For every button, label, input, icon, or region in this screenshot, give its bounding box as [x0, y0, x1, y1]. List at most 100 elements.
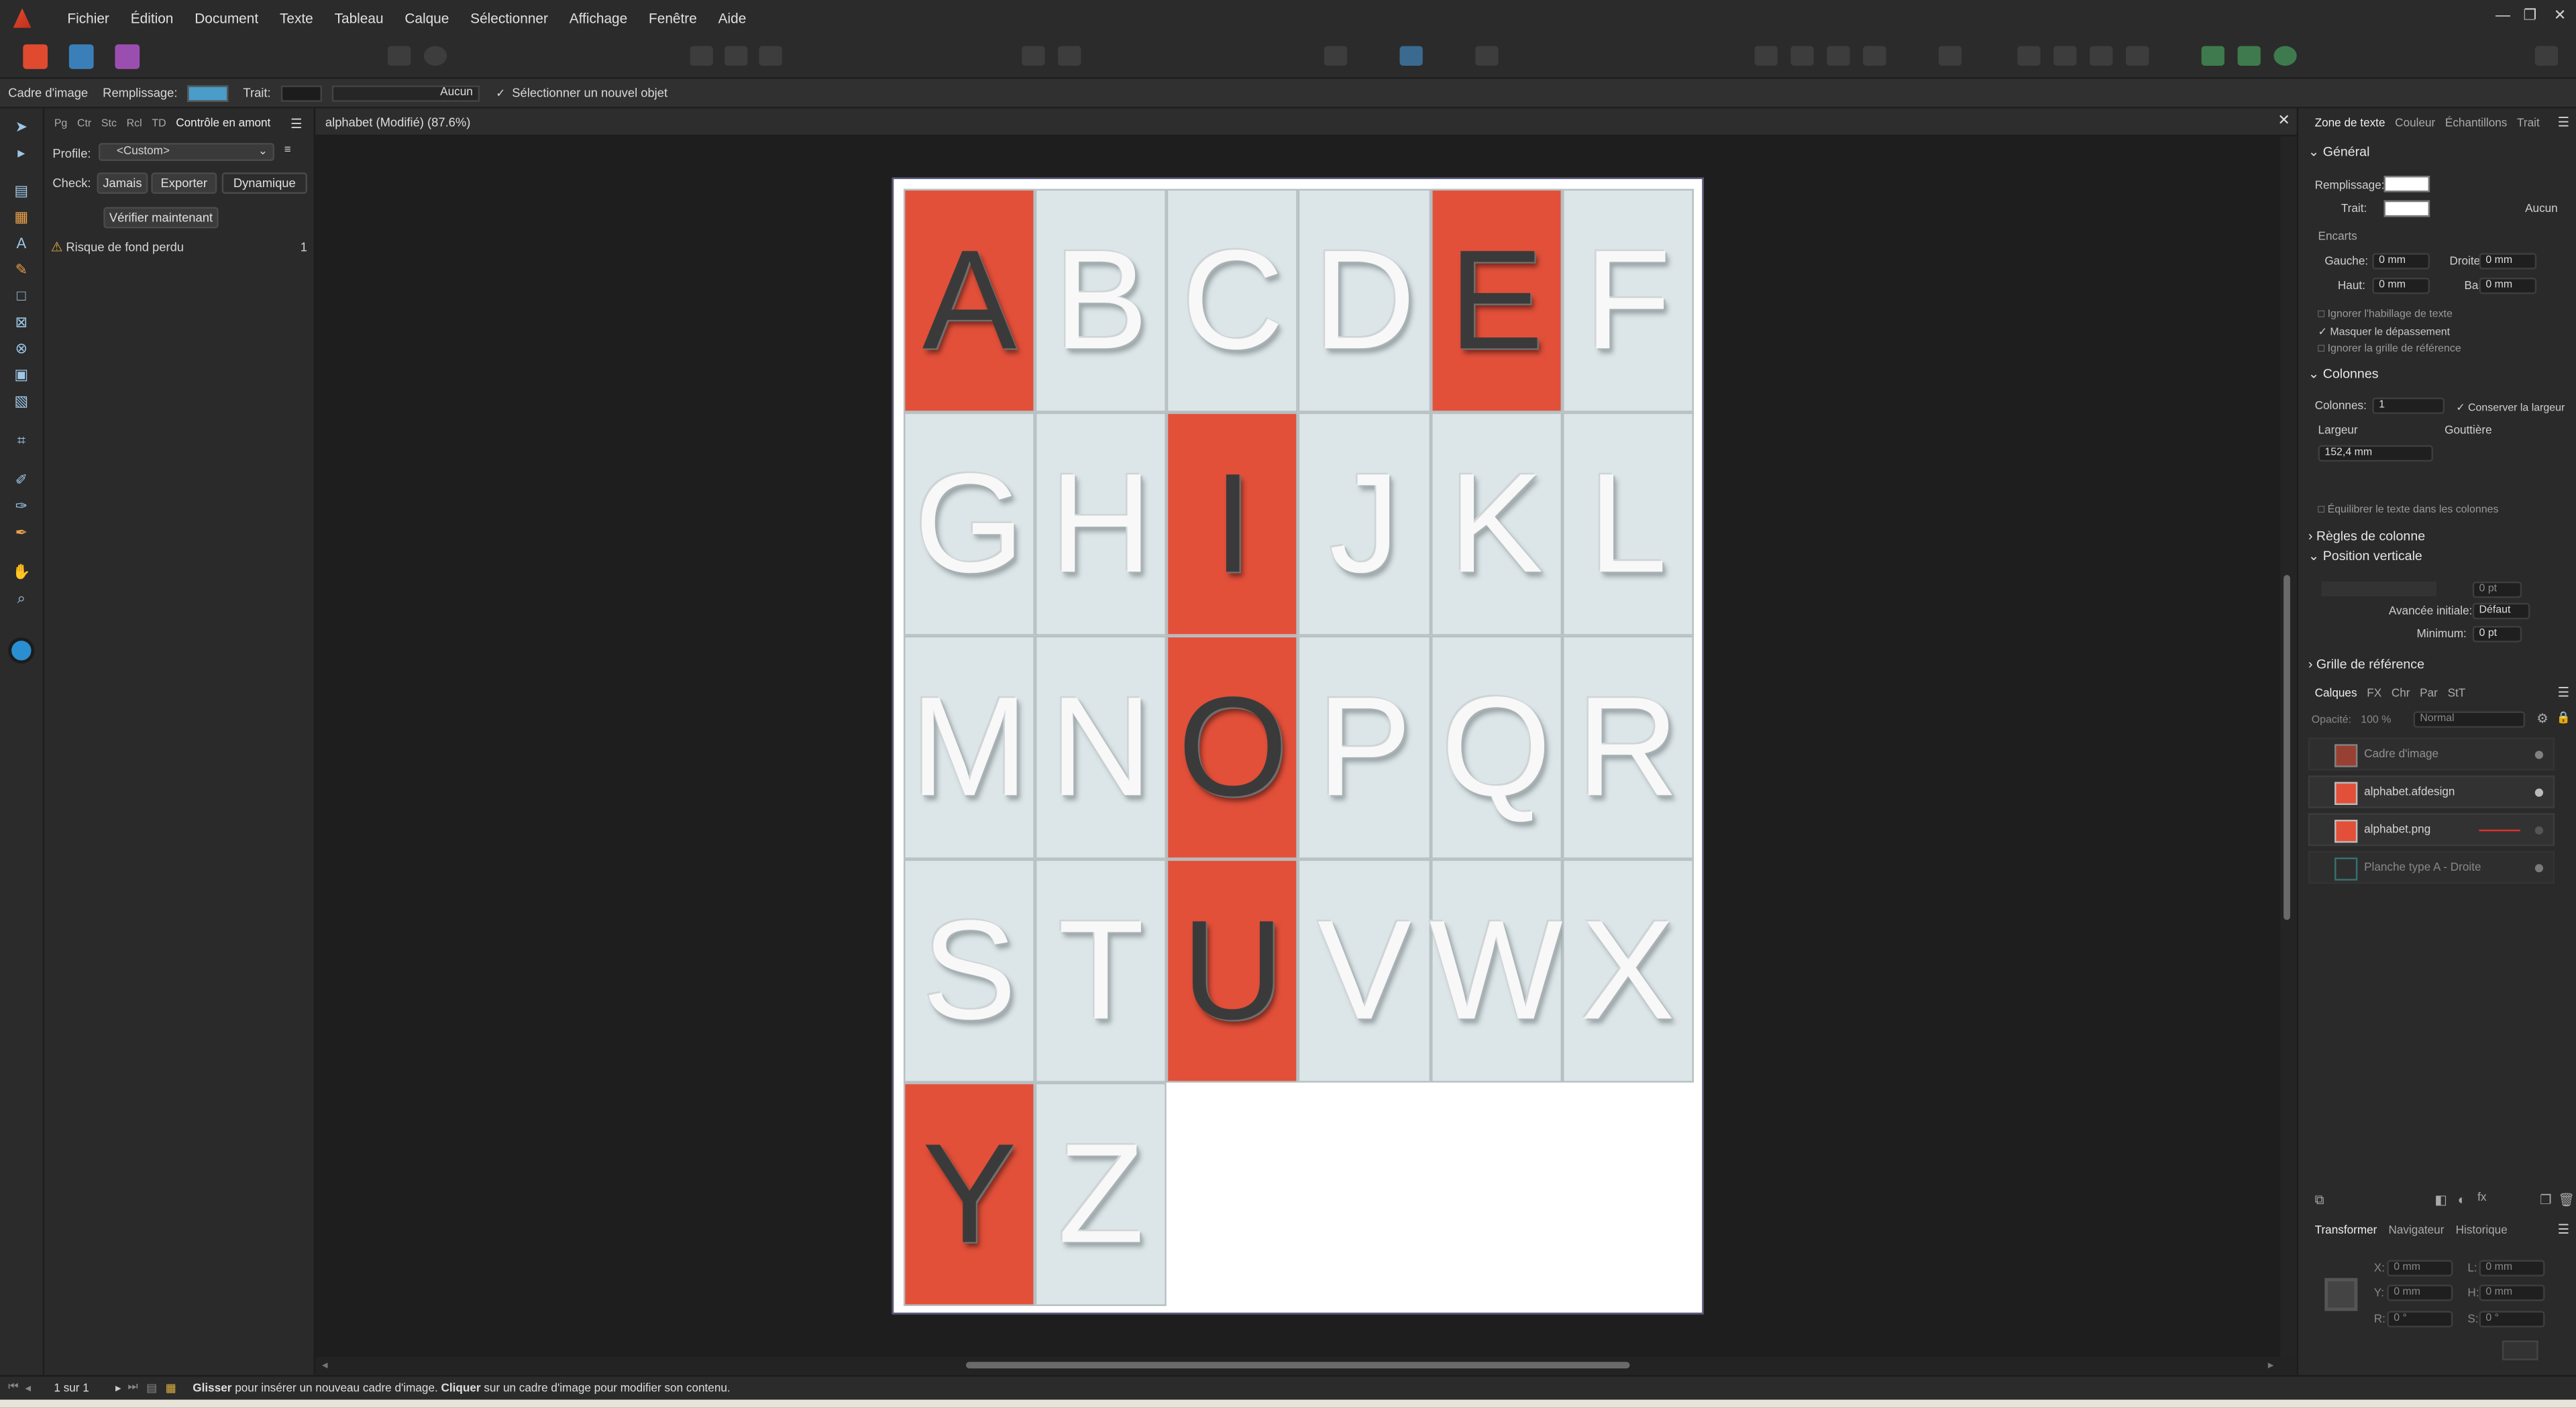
l-field[interactable]: 0 mm [2479, 1260, 2545, 1277]
tab-swatches[interactable]: Échantillons [2445, 117, 2507, 129]
color-picker-tool-icon[interactable]: ✒ [11, 523, 31, 542]
pin-icon[interactable] [1022, 46, 1045, 66]
visibility-icon[interactable] [2534, 864, 2544, 873]
hide-overflow-option[interactable]: ✓ Masquer le dépassement [2318, 325, 2451, 338]
vertical-scrollbar[interactable] [2280, 136, 2297, 1357]
scroll-left-icon[interactable]: ◂ [322, 1358, 328, 1372]
r-field[interactable]: 0 ° [2387, 1311, 2453, 1328]
tab-transform[interactable]: Transformer [2315, 1225, 2377, 1236]
tab-text-frame[interactable]: Zone de texte [2315, 117, 2385, 129]
tab-color[interactable]: Couleur [2395, 117, 2435, 129]
vector-crop-tool-icon[interactable]: ▧ [11, 391, 31, 411]
close-document-icon[interactable]: ✕ [2277, 112, 2290, 130]
tab-stc[interactable]: Stc [101, 117, 117, 129]
transform-menu-icon[interactable]: ☰ [2558, 1222, 2570, 1237]
hand-tool-icon[interactable]: ✋ [11, 562, 31, 582]
menu-selectionner[interactable]: Sélectionner [470, 10, 548, 26]
inset-left-field[interactable]: 0 mm [2372, 253, 2430, 270]
section-columns[interactable]: ⌄ Colonnes [2308, 366, 2379, 381]
tab-fx[interactable]: FX [2367, 688, 2381, 699]
section-column-rules[interactable]: › Règles de colonne [2308, 529, 2425, 544]
section-vertical-position[interactable]: ⌄ Position verticale [2308, 549, 2422, 563]
rectangle-tool-icon[interactable]: □ [11, 286, 31, 305]
spread-view-icon[interactable] [724, 46, 748, 66]
tab-td[interactable]: TD [152, 117, 166, 129]
boolean-add-icon[interactable] [2201, 46, 2224, 66]
vpos-field[interactable]: 0 pt [2472, 581, 2522, 598]
preview-eye-icon[interactable] [1324, 46, 1348, 66]
tab-chr[interactable]: Chr [2392, 688, 2410, 699]
place-image-tool-icon[interactable]: ▣ [11, 365, 31, 384]
close-window-button[interactable]: ✕ [2554, 7, 2566, 25]
minimize-button[interactable]: — [2496, 7, 2510, 23]
layer-row[interactable]: Cadre d'image [2308, 737, 2555, 771]
s-field[interactable]: 0 ° [2479, 1311, 2545, 1328]
layer-row[interactable]: Planche type A - Droite [2308, 851, 2555, 884]
lock-icon[interactable]: 🔒 [2557, 711, 2571, 724]
layer-row[interactable]: alphabet.png [2308, 813, 2555, 847]
undo-icon[interactable] [387, 46, 411, 66]
verify-now-button[interactable]: Vérifier maintenant [103, 207, 219, 229]
settings-icon[interactable] [423, 46, 447, 66]
preflight-status-icon[interactable]: ▦ [166, 1382, 176, 1395]
tab-pg[interactable]: Pg [54, 117, 67, 129]
vertical-align-buttons[interactable] [2321, 581, 2436, 596]
node-tool-icon[interactable]: ▸ [11, 143, 31, 162]
mask-icon[interactable]: ◧ [2434, 1193, 2447, 1207]
alphabet-grid[interactable]: ABCDEF GHIJKL MNOPQR STUVWX YZ [903, 188, 1694, 1306]
profile-options-icon[interactable]: ≡ [284, 145, 291, 156]
layer-settings-icon[interactable]: ⚙ [2536, 711, 2548, 726]
add-layer-icon[interactable]: ⧉ [2315, 1193, 2324, 1209]
tab-stroke[interactable]: Trait [2517, 117, 2540, 129]
horizontal-scrollbar[interactable]: ◂ ▸ [315, 1356, 2297, 1375]
move-tool-icon[interactable]: ➤ [11, 117, 31, 136]
page-view-icon[interactable] [690, 46, 713, 66]
tab-preflight[interactable]: Contrôle en amont [176, 117, 270, 129]
x-field[interactable]: 0 mm [2387, 1260, 2453, 1277]
frame-text-tool-icon[interactable]: ▤ [11, 180, 31, 200]
page-options-icon[interactable]: ▤ [146, 1382, 157, 1395]
tab-history[interactable]: Historique [2456, 1225, 2508, 1236]
boolean-intersect-icon[interactable] [2273, 46, 2297, 66]
menu-calque[interactable]: Calque [405, 10, 449, 26]
snapping-icon[interactable] [1475, 46, 1499, 66]
align-left-icon[interactable] [1754, 46, 1778, 66]
distribute-icon[interactable] [1863, 46, 1886, 66]
menu-document[interactable]: Document [195, 10, 258, 26]
balance-columns-option[interactable]: □ Équilibrer le texte dans les colonnes [2318, 504, 2499, 516]
ignore-grid-option[interactable]: □ Ignorer la grille de référence [2318, 343, 2461, 355]
table-tool-icon[interactable]: ▦ [11, 207, 31, 227]
document-tab[interactable]: alphabet (Modifié) (87.6%) ✕ [315, 108, 2297, 137]
tab-stt[interactable]: StT [2448, 688, 2466, 699]
tab-par[interactable]: Par [2420, 688, 2438, 699]
last-page-icon[interactable]: ⏭ [127, 1382, 138, 1395]
columns-field[interactable]: 1 [2372, 397, 2445, 415]
layer-row[interactable]: alphabet.afdesign [2308, 775, 2555, 808]
check-export-button[interactable]: Exporter [151, 172, 217, 194]
publisher-persona-icon[interactable] [23, 44, 48, 69]
rotate-ccw-icon[interactable] [2126, 46, 2149, 66]
ignore-wrap-option[interactable]: □ Ignorer l'habillage de texte [2318, 309, 2453, 320]
designer-persona-icon[interactable] [68, 44, 94, 69]
grid-view-icon[interactable] [759, 46, 782, 66]
panel-menu-icon[interactable]: ☰ [290, 117, 303, 131]
visibility-icon[interactable] [2534, 826, 2544, 835]
app-logo-icon[interactable] [13, 8, 32, 28]
tf-stroke-swatch[interactable] [2383, 200, 2430, 217]
first-page-icon[interactable]: ⏮ [8, 1382, 18, 1395]
check-dynamic-button[interactable]: Dynamique [221, 172, 307, 194]
menu-aide[interactable]: Aide [718, 10, 747, 26]
tab-rcl[interactable]: Rcl [127, 117, 142, 129]
crop-tool-icon[interactable]: ⌗ [11, 431, 31, 450]
check-never-button[interactable]: Jamais [97, 172, 148, 194]
keep-width-option[interactable]: ✓ Conserver la largeur [2456, 401, 2565, 414]
menu-fichier[interactable]: Fichier [67, 10, 109, 26]
inset-bottom-field[interactable]: 0 mm [2479, 277, 2537, 294]
stroke-swatch[interactable] [280, 85, 322, 101]
scroll-right-icon[interactable]: ▸ [2268, 1358, 2274, 1372]
next-page-icon[interactable]: ▸ [115, 1382, 121, 1395]
y-field[interactable]: 0 mm [2387, 1285, 2453, 1301]
initial-advance-select[interactable]: Défaut [2472, 602, 2530, 620]
menu-texte[interactable]: Texte [280, 10, 313, 26]
tf-fill-swatch[interactable] [2383, 176, 2430, 193]
